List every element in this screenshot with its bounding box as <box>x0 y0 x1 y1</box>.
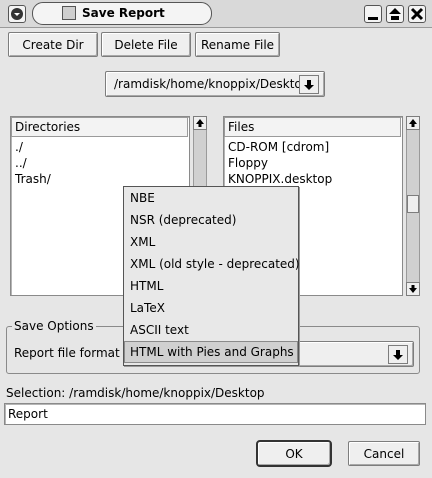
ok-button[interactable]: OK <box>256 440 332 467</box>
cancel-button[interactable]: Cancel <box>348 441 420 466</box>
path-combo-value: /ramdisk/home/knoppix/Desktop <box>114 77 310 91</box>
dir-item-trash[interactable]: Trash/ <box>11 171 189 187</box>
files-scroll-thumb[interactable] <box>407 195 419 213</box>
close-icon <box>410 7 424 21</box>
maximize-button[interactable] <box>386 5 404 23</box>
format-option-html-pies-graphs[interactable]: HTML with Pies and Graphs <box>124 341 298 363</box>
format-option-ascii[interactable]: ASCII text <box>124 319 298 341</box>
file-item-cdrom[interactable]: CD-ROM [cdrom] <box>224 139 402 155</box>
rename-file-button[interactable]: Rename File <box>195 32 280 57</box>
format-option-nbe[interactable]: NBE <box>124 187 298 209</box>
app-icon <box>62 6 76 20</box>
files-scroll-up[interactable] <box>406 116 420 130</box>
arrow-up-icon <box>196 119 204 127</box>
report-format-label: Report file format : <box>14 346 128 360</box>
format-option-xml[interactable]: XML <box>124 231 298 253</box>
format-option-html[interactable]: HTML <box>124 275 298 297</box>
path-combo-arrow[interactable] <box>299 75 319 94</box>
format-option-nsr[interactable]: NSR (deprecated) <box>124 209 298 231</box>
directories-scroll-up[interactable] <box>193 116 207 130</box>
selection-label: Selection: /ramdisk/home/knoppix/Desktop <box>6 386 265 400</box>
directories-header[interactable]: Directories <box>11 117 188 137</box>
save-options-legend: Save Options <box>12 319 96 333</box>
format-option-latex[interactable]: LaTeX <box>124 297 298 319</box>
arrow-down-icon <box>409 285 417 293</box>
selection-input[interactable]: Report <box>4 403 426 425</box>
arrow-down-icon <box>304 79 314 90</box>
files-header[interactable]: Files <box>224 117 401 137</box>
minimize-button[interactable] <box>364 5 382 23</box>
arrow-up-icon <box>409 119 417 127</box>
delete-file-button[interactable]: Delete File <box>101 32 191 57</box>
window-title: Save Report <box>82 6 165 20</box>
report-format-arrow[interactable] <box>388 345 408 364</box>
format-option-xml-old[interactable]: XML (old style - deprecated) <box>124 253 300 275</box>
close-button[interactable] <box>408 5 426 23</box>
chevron-down-icon <box>11 8 23 20</box>
maximize-icon <box>389 8 401 20</box>
dir-item-parent[interactable]: ../ <box>11 155 189 171</box>
arrow-down-icon <box>393 349 403 360</box>
minimize-icon <box>368 17 378 20</box>
window-menu-button[interactable] <box>8 5 26 23</box>
create-dir-button[interactable]: Create Dir <box>8 32 98 57</box>
dir-item-current[interactable]: ./ <box>11 139 189 155</box>
files-scroll-down[interactable] <box>406 282 420 296</box>
file-item-knoppix-desktop[interactable]: KNOPPIX.desktop <box>224 171 402 187</box>
file-item-floppy[interactable]: Floppy <box>224 155 402 171</box>
path-combo[interactable]: /ramdisk/home/knoppix/Desktop <box>105 71 325 97</box>
format-dropdown[interactable]: NBE NSR (deprecated) XML XML (old style … <box>123 186 300 366</box>
